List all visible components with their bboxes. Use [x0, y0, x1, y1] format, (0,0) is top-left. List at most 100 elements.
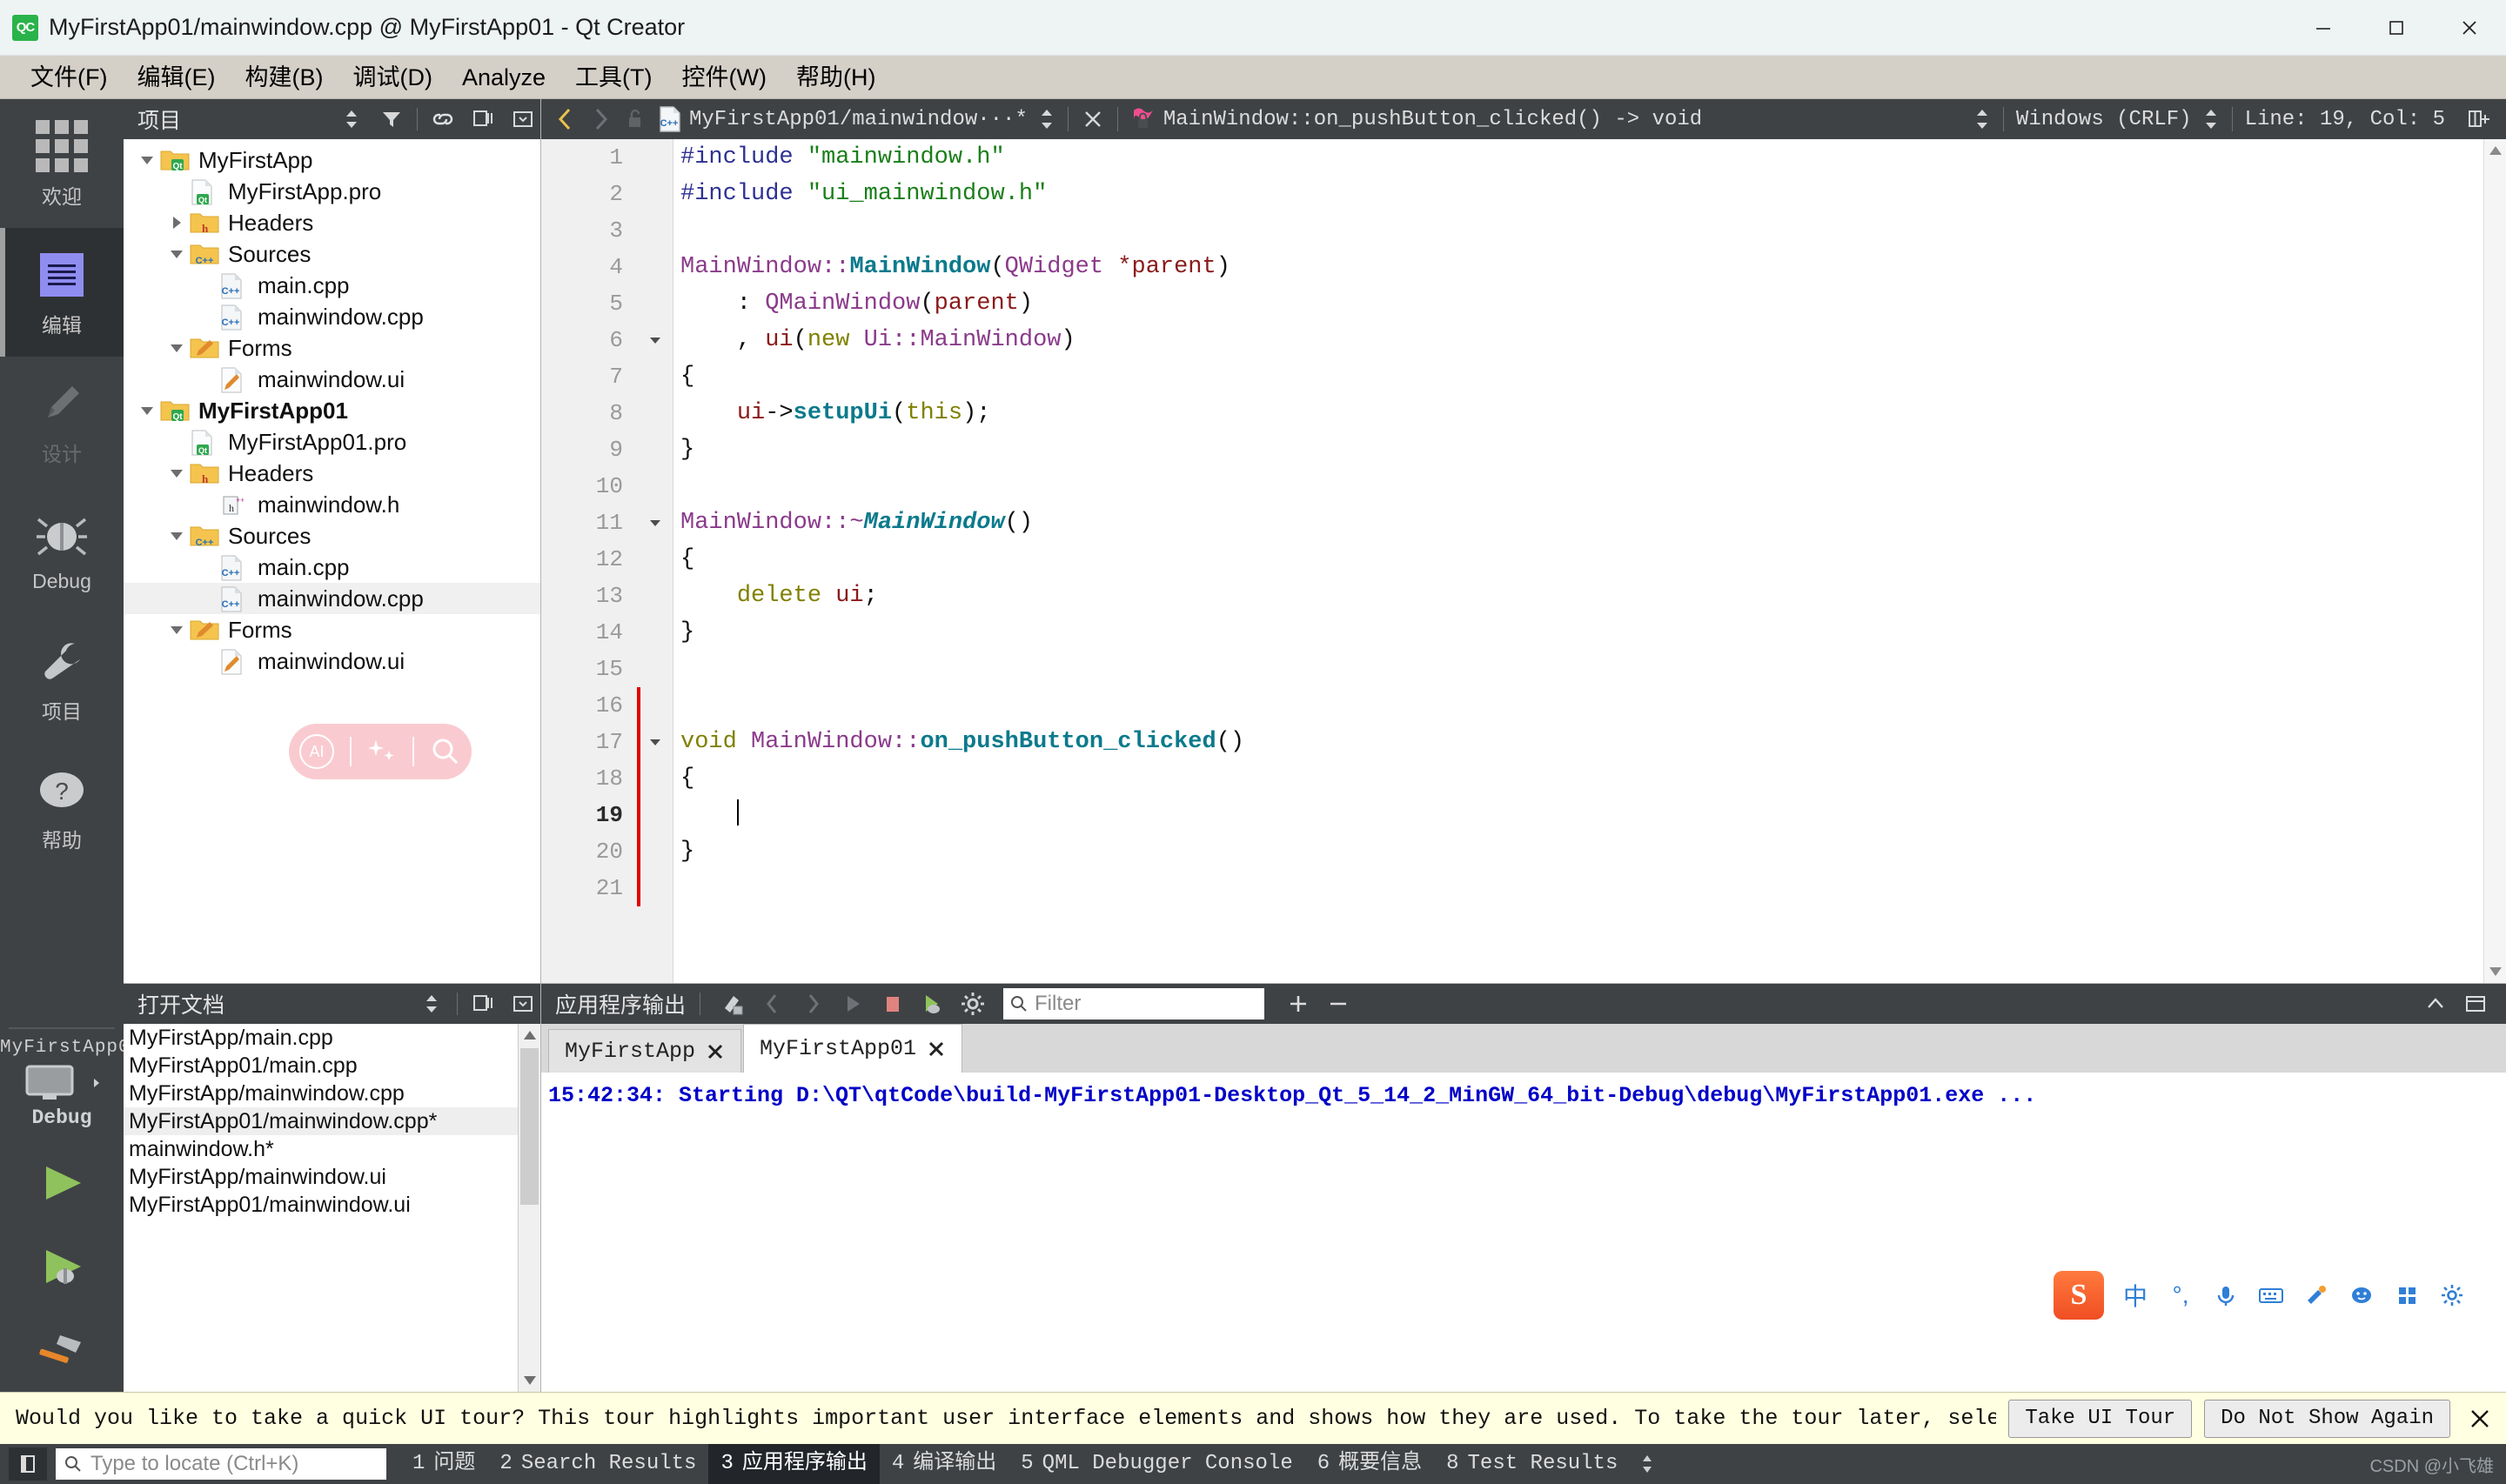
- status-tab[interactable]: 5 QML Debugger Console: [1008, 1444, 1304, 1484]
- code-editor[interactable]: 1 2 3 4 5 6 7 8 9 10 11 12 13 14 15 16 17 18 19 20 21 #inclu…: [541, 139, 2506, 983]
- close-button[interactable]: [2433, 0, 2506, 56]
- keyboard-icon[interactable]: [2248, 1273, 2294, 1318]
- apps-icon[interactable]: [2384, 1273, 2429, 1318]
- maximize-output-button[interactable]: [2417, 986, 2454, 1021]
- tools-icon[interactable]: [2294, 1273, 2339, 1318]
- clear-output-button[interactable]: [714, 986, 751, 1021]
- close-panel-button[interactable]: [506, 102, 540, 137]
- editor-scrollbar[interactable]: [2483, 139, 2506, 983]
- tree-expander-down-icon[interactable]: [165, 462, 188, 485]
- scrollbar-thumb[interactable]: [520, 1048, 539, 1205]
- close-editor-button[interactable]: [1075, 102, 1110, 137]
- open-document-item[interactable]: MyFirstApp01/mainwindow.ui: [124, 1191, 540, 1219]
- tree-item[interactable]: C++ mainwindow.cpp: [124, 583, 540, 614]
- tree-expander-down-icon[interactable]: [165, 525, 188, 547]
- output-settings-button[interactable]: [955, 986, 991, 1021]
- menu-edit[interactable]: 编辑(E): [122, 56, 230, 99]
- docs-close-button[interactable]: [506, 986, 540, 1021]
- tree-item[interactable]: h ++ mainwindow.h: [124, 489, 540, 520]
- project-tree[interactable]: Qt MyFirstApp Qt MyFirstApp.pro h Headers C++ S…: [124, 139, 540, 983]
- open-document-item[interactable]: MyFirstApp01/main.cpp: [124, 1052, 540, 1080]
- sync-selection-button[interactable]: [334, 102, 369, 137]
- fold-toggle[interactable]: [637, 724, 673, 760]
- scroll-up-icon[interactable]: [519, 1024, 540, 1046]
- navigate-back-button[interactable]: [548, 102, 583, 137]
- mic-icon[interactable]: [2203, 1273, 2248, 1318]
- split-button[interactable]: [466, 102, 500, 137]
- mode-edit[interactable]: 编辑: [0, 228, 124, 357]
- status-tab[interactable]: 3 应用程序输出: [708, 1444, 880, 1484]
- open-document-item[interactable]: MyFirstApp01/mainwindow.cpp*: [124, 1107, 540, 1135]
- open-document-item[interactable]: MyFirstApp/main.cpp: [124, 1024, 540, 1052]
- mode-design[interactable]: 设计: [0, 357, 124, 485]
- next-item-button[interactable]: [794, 986, 831, 1021]
- do-not-show-again-button[interactable]: Do Not Show Again: [2204, 1399, 2450, 1438]
- menu-build[interactable]: 构建(B): [230, 56, 338, 99]
- tree-item[interactable]: C++ main.cpp: [124, 270, 540, 301]
- tree-item[interactable]: h Headers: [124, 458, 540, 489]
- scroll-down-icon[interactable]: [519, 1369, 540, 1392]
- encoding-label-wrap[interactable]: Windows (CRLF): [2011, 108, 2197, 131]
- navigate-forward-button[interactable]: [583, 102, 618, 137]
- docs-split-button[interactable]: [466, 986, 500, 1021]
- close-icon[interactable]: [927, 1039, 946, 1059]
- split-editor-button[interactable]: [2461, 102, 2496, 137]
- fold-toggle[interactable]: [637, 505, 673, 541]
- menu-widgets[interactable]: 控件(W): [667, 56, 781, 99]
- status-tab[interactable]: 1 问题: [400, 1444, 487, 1484]
- current-file-selector[interactable]: C++ MyFirstApp01/mainwindow···*: [653, 105, 1033, 133]
- status-tab[interactable]: 4 编译输出: [880, 1444, 1008, 1484]
- tree-item[interactable]: Qt MyFirstApp01: [124, 395, 540, 426]
- menu-debug[interactable]: 调试(D): [338, 56, 446, 99]
- locator-input[interactable]: Type to locate (Ctrl+K): [56, 1448, 386, 1480]
- prev-item-button[interactable]: [754, 986, 791, 1021]
- open-documents-list[interactable]: MyFirstApp/main.cpp MyFirstApp01/main.cpp…: [124, 1024, 540, 1392]
- mode-debug[interactable]: Debug: [0, 485, 124, 614]
- tree-item[interactable]: mainwindow.ui: [124, 645, 540, 677]
- minimize-button[interactable]: [2287, 0, 2360, 56]
- tree-item[interactable]: C++ main.cpp: [124, 551, 540, 583]
- tree-item[interactable]: Forms: [124, 614, 540, 645]
- position-dropdown-button[interactable]: [2197, 108, 2225, 130]
- tree-expander-down-icon[interactable]: [165, 243, 188, 265]
- open-document-item[interactable]: MyFirstApp/mainwindow.ui: [124, 1163, 540, 1191]
- menu-tools[interactable]: 工具(T): [560, 56, 667, 99]
- lock-toggle-button[interactable]: [618, 102, 653, 137]
- tree-expander-down-icon[interactable]: [136, 399, 158, 422]
- tree-item[interactable]: Qt MyFirstApp.pro: [124, 176, 540, 207]
- symbol-selector[interactable]: MainWindow::on_pushButton_clicked() -> v…: [1125, 105, 1707, 133]
- tree-item[interactable]: C++ Sources: [124, 520, 540, 551]
- add-filter-button[interactable]: [1280, 986, 1317, 1021]
- tree-item[interactable]: Qt MyFirstApp: [124, 144, 540, 176]
- file-dropdown-button[interactable]: [1033, 108, 1061, 130]
- tree-item[interactable]: Forms: [124, 332, 540, 364]
- tree-item[interactable]: C++ Sources: [124, 238, 540, 270]
- output-pane-tabs-dropdown[interactable]: [1630, 1447, 1665, 1481]
- open-document-item[interactable]: mainwindow.h*: [124, 1135, 540, 1163]
- kit-selector[interactable]: [0, 1058, 124, 1106]
- run-button[interactable]: [0, 1141, 124, 1225]
- code-text-area[interactable]: #include "mainwindow.h" #include "ui_main…: [673, 139, 2506, 983]
- close-icon[interactable]: [706, 1042, 725, 1061]
- tree-expander-down-icon[interactable]: [136, 149, 158, 171]
- mode-projects[interactable]: 项目: [0, 614, 124, 743]
- ime-logo-icon[interactable]: S: [2054, 1271, 2104, 1320]
- build-button[interactable]: [0, 1308, 124, 1392]
- ime-floating-toolbar[interactable]: S 中 °,: [2054, 1271, 2475, 1320]
- status-tab[interactable]: 2 Search Results: [487, 1444, 708, 1484]
- open-document-item[interactable]: MyFirstApp/mainwindow.cpp: [124, 1080, 540, 1107]
- filter-button[interactable]: [374, 102, 409, 137]
- documents-scrollbar[interactable]: [518, 1024, 540, 1392]
- debug-button[interactable]: [0, 1225, 124, 1308]
- menu-help[interactable]: 帮助(H): [781, 56, 890, 99]
- output-filter-input[interactable]: Filter: [1003, 988, 1265, 1019]
- sidebar-toggle-button[interactable]: [9, 1447, 47, 1481]
- emoji-icon[interactable]: [2339, 1273, 2384, 1318]
- tree-item[interactable]: h Headers: [124, 207, 540, 238]
- output-tab-myfirstapp[interactable]: MyFirstApp: [548, 1029, 742, 1073]
- rerun-debug-button[interactable]: [915, 986, 951, 1021]
- fold-margin[interactable]: [637, 139, 673, 983]
- take-ui-tour-button[interactable]: Take UI Tour: [2008, 1399, 2193, 1438]
- mode-help[interactable]: ? 帮助: [0, 743, 124, 872]
- encoding-dropdown-button[interactable]: [1968, 108, 1996, 130]
